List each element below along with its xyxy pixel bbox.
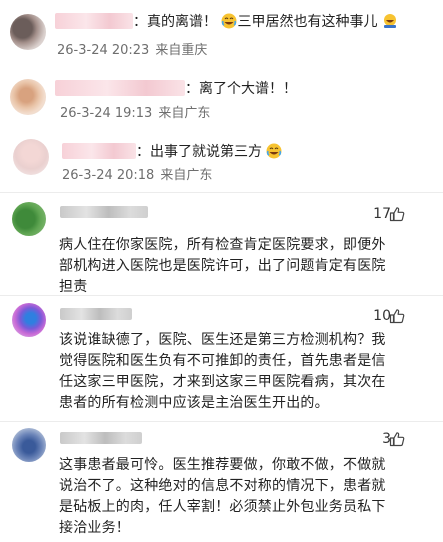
reply-location: 来自广东 (158, 106, 211, 121)
avatar[interactable] (13, 139, 49, 175)
blurred-username (60, 308, 132, 320)
avatar[interactable] (12, 202, 46, 236)
reply-location: 来自重庆 (155, 43, 208, 58)
blurred-username (60, 432, 142, 444)
comment-text: 该说谁缺德了，医院、医生还是第三方检测机构？我 觉得医院和医生负有不可推卸的责任… (59, 332, 386, 411)
reply-item[interactable]: ：出事了就说第三方 26-3-24 20:18 来自广东 (0, 132, 443, 192)
avatar[interactable] (10, 79, 46, 115)
reply-meta: 26-3-24 19:13 来自广东 (60, 106, 210, 122)
blurred-username (60, 206, 148, 218)
blurred-username (55, 80, 185, 96)
thumbs-up-icon[interactable] (389, 206, 405, 222)
reply-date: 26-3-24 20:18 (62, 168, 155, 183)
blurred-username (62, 143, 136, 159)
reply-text: ：离了个大谱！！ (55, 80, 297, 98)
reply-text: ：出事了就说第三方 (62, 143, 282, 161)
comment-text: 病人住在你家医院，所有检查肯定医院要求，即便外 部机构进入医院也是医院许可，出了… (59, 237, 386, 295)
comment-item[interactable]: 17 病人住在你家医院，所有检查肯定医院要求，即便外 部机构进入医院也是医院许可… (0, 193, 443, 295)
reply-meta: 26-3-24 20:18 来自广东 (62, 168, 212, 184)
laugh-cry-emoji-icon (266, 143, 282, 159)
blurred-username (55, 13, 133, 29)
reply-date: 26-3-24 19:13 (60, 106, 153, 121)
reply-item[interactable]: ：离了个大谱！！ 26-3-24 19:13 来自广东 (0, 72, 443, 132)
avatar[interactable] (10, 14, 46, 50)
lol-emoji-icon (383, 14, 396, 28)
reply-meta: 26-3-24 20:23 来自重庆 (57, 43, 207, 59)
laugh-cry-emoji-icon (221, 13, 237, 29)
comment-text: 这事患者最可怜。医生推荐要做，你敢不做，不做就 说治不了。这种绝对的信息不对称的… (59, 457, 386, 536)
reply-item[interactable]: ：真的离谱！ 三甲居然也有这种事儿 26-3-24 20:23 来自重庆 (0, 0, 443, 72)
reply-date: 26-3-24 20:23 (57, 43, 150, 58)
reply-text: ：真的离谱！ 三甲居然也有这种事儿 (55, 13, 398, 31)
thumbs-up-icon[interactable] (389, 308, 405, 324)
comment-item[interactable]: 3 这事患者最可怜。医生推荐要做，你敢不做，不做就 说治不了。这种绝对的信息不对… (0, 422, 443, 542)
comment-item[interactable]: 10 该说谁缺德了，医院、医生还是第三方检测机构？我 觉得医院和医生负有不可推卸… (0, 296, 443, 421)
avatar[interactable] (12, 428, 46, 462)
reply-location: 来自广东 (160, 168, 213, 183)
thumbs-up-icon[interactable] (389, 431, 405, 447)
avatar[interactable] (12, 303, 46, 337)
